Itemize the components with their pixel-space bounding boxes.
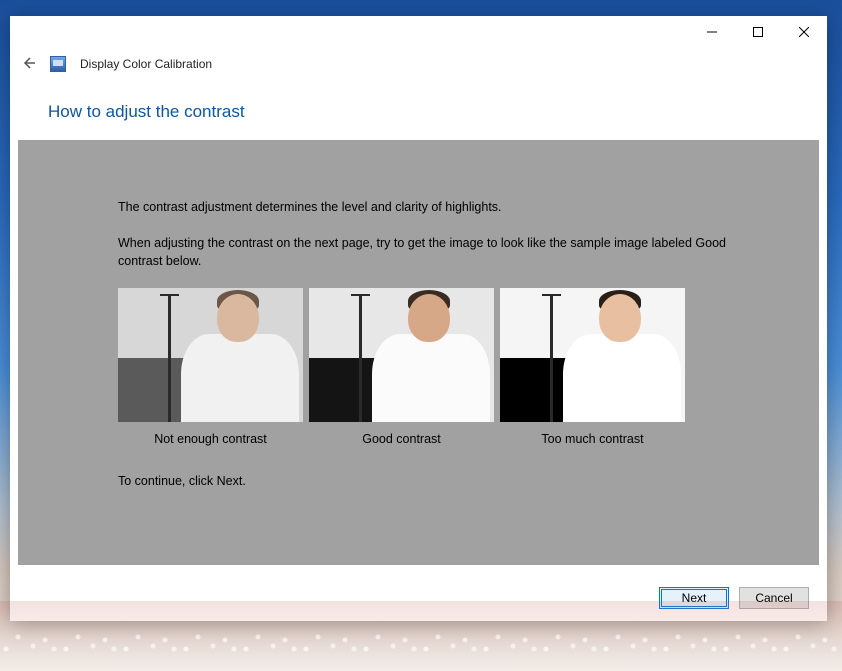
sample-row: Not enough contrast Good contrast Too mu…	[18, 288, 819, 446]
close-button[interactable]	[781, 16, 827, 48]
sample-image-low	[118, 288, 303, 422]
desktop-background: Display Color Calibration How to adjust …	[0, 0, 842, 671]
minimize-button[interactable]	[689, 16, 735, 48]
window-titlebar	[10, 16, 827, 48]
sample-high-contrast: Too much contrast	[500, 288, 685, 446]
body-text: The contrast adjustment determines the l…	[18, 198, 738, 270]
sample-caption-high: Too much contrast	[500, 422, 685, 446]
app-title: Display Color Calibration	[80, 57, 212, 71]
next-button[interactable]: Next	[659, 587, 729, 609]
app-monitor-icon	[50, 56, 66, 72]
calibration-wizard-window: Display Color Calibration How to adjust …	[10, 16, 827, 621]
paragraph-2: When adjusting the contrast on the next …	[118, 234, 738, 270]
sample-image-good	[309, 288, 494, 422]
sample-caption-low: Not enough contrast	[118, 422, 303, 446]
wizard-footer: Next Cancel	[659, 587, 809, 609]
back-arrow-icon[interactable]	[20, 55, 36, 74]
sample-caption-good: Good contrast	[309, 422, 494, 446]
sample-image-high	[500, 288, 685, 422]
content-panel: The contrast adjustment determines the l…	[18, 140, 819, 565]
sample-good-contrast: Good contrast	[309, 288, 494, 446]
page-heading: How to adjust the contrast	[10, 80, 827, 140]
paragraph-1: The contrast adjustment determines the l…	[118, 198, 738, 216]
sample-low-contrast: Not enough contrast	[118, 288, 303, 446]
continue-instruction: To continue, click Next.	[18, 446, 819, 488]
maximize-button[interactable]	[735, 16, 781, 48]
cancel-button[interactable]: Cancel	[739, 587, 809, 609]
header-row: Display Color Calibration	[10, 48, 827, 80]
